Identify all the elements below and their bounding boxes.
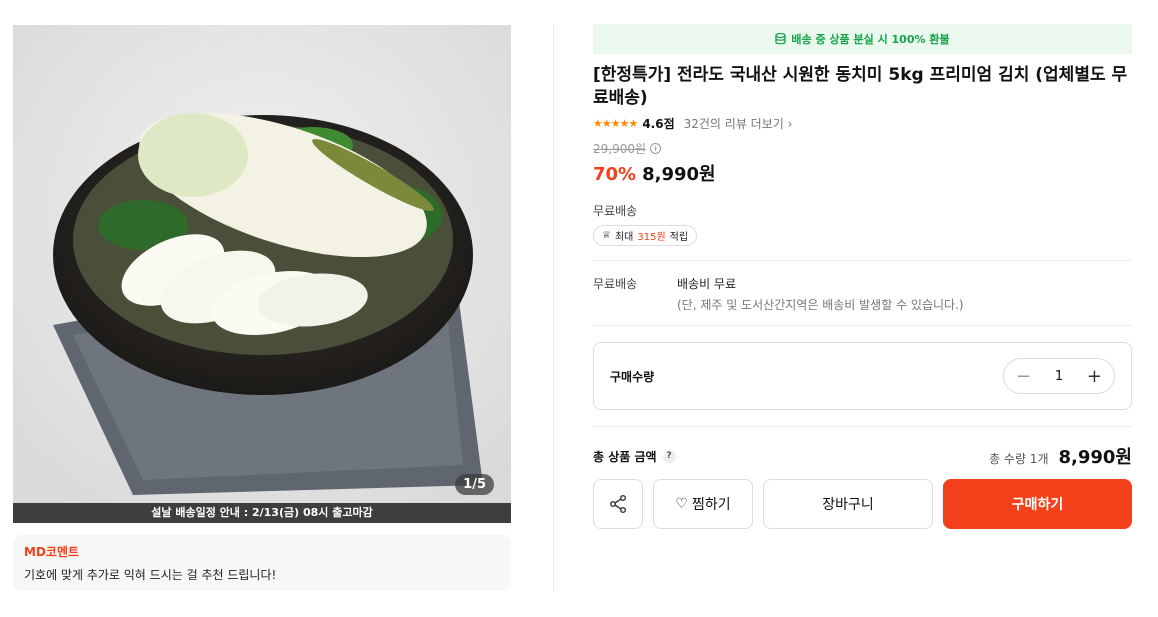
points-value: 315원 xyxy=(637,232,666,243)
plus-icon[interactable]: + xyxy=(1087,366,1102,387)
heart-icon: ♡ xyxy=(675,496,688,512)
quantity-stepper[interactable]: − 1 + xyxy=(1003,358,1115,394)
divider xyxy=(593,426,1132,427)
total-row: 총 상품 금액 ? 총 수량 1개 8,990원 xyxy=(593,443,1132,469)
question-icon[interactable]: ? xyxy=(662,449,676,463)
rating-row: ★★★★★ 4.6점 32건의 리뷰 더보기 › xyxy=(593,114,1132,132)
product-image-gallery[interactable]: 1/5 설날 배송일정 안내 : 2/13(금) 08시 출고마감 xyxy=(13,25,511,523)
wishlist-button[interactable]: ♡ 찜하기 xyxy=(653,479,753,529)
image-counter: 1/5 xyxy=(455,474,494,495)
total-quantity: 총 수량 1개 xyxy=(989,452,1049,466)
original-price: 29,900원 xyxy=(593,141,647,156)
refund-notice-text: 배송 중 상품 분실 시 100% 환불 xyxy=(791,33,950,46)
minus-icon[interactable]: − xyxy=(1016,366,1031,387)
shipping-info-row: 무료배송 배송비 무료 (단, 제주 및 도서산간지역은 배송비 발생할 수 있… xyxy=(593,261,1132,325)
quantity-box: 구매수량 − 1 + xyxy=(593,342,1132,410)
buy-button[interactable]: 구매하기 xyxy=(943,479,1132,529)
share-button[interactable] xyxy=(593,479,643,529)
review-link[interactable]: 32건의 리뷰 더보기 › xyxy=(684,115,793,132)
sale-price: 8,990원 xyxy=(642,164,716,185)
md-comment-box: MD코멘트 기호에 맞게 추가로 익혀 드시는 걸 추천 드립니다! xyxy=(13,535,511,591)
md-comment-text: 기호에 맞게 추가로 익혀 드시는 걸 추천 드립니다! xyxy=(24,568,277,582)
original-price-row: 29,900원 i xyxy=(593,140,1132,156)
action-buttons: ♡ 찜하기 장바구니 구매하기 xyxy=(593,479,1132,529)
product-info-panel: 배송 중 상품 분실 시 100% 환불 [한정특가] 전라도 국내산 시원한 … xyxy=(593,24,1132,529)
points-badge: ♕ 최대 315원 적립 xyxy=(593,225,698,246)
share-icon xyxy=(610,495,626,513)
crown-icon: ♕ xyxy=(602,230,611,241)
shipping-row-label: 무료배송 xyxy=(593,277,638,291)
free-shipping-label: 무료배송 xyxy=(593,204,638,218)
quantity-label: 구매수량 xyxy=(610,369,655,384)
shipping-schedule-banner: 설날 배송일정 안내 : 2/13(금) 08시 출고마감 xyxy=(13,503,511,523)
total-label: 총 상품 금액 xyxy=(593,449,657,464)
star-rating-icon: ★★★★★ xyxy=(593,116,638,130)
chevron-right-icon: › xyxy=(787,116,793,131)
column-divider xyxy=(553,24,554,592)
total-price: 8,990원 xyxy=(1058,447,1133,468)
wishlist-label: 찜하기 xyxy=(691,497,731,513)
total-summary: 총 수량 1개 8,990원 xyxy=(989,443,1132,469)
discount-rate: 70% xyxy=(593,164,637,185)
shipping-row-value: 배송비 무료 xyxy=(677,277,737,291)
shipping-row-note: (단, 제주 및 도서산간지역은 배송비 발생할 수 있습니다.) xyxy=(677,298,964,312)
product-title: [한정특가] 전라도 국내산 시원한 동치미 5kg 프리미엄 김치 (업체별도… xyxy=(593,65,1128,108)
cart-label: 장바구니 xyxy=(822,497,874,513)
rating-score: 4.6점 xyxy=(642,116,675,131)
info-icon[interactable]: i xyxy=(650,142,662,154)
refund-notice: 배송 중 상품 분실 시 100% 환불 xyxy=(593,24,1132,54)
database-icon xyxy=(775,33,787,45)
quantity-value: 1 xyxy=(1054,368,1064,384)
buy-label: 구매하기 xyxy=(1011,497,1064,513)
md-comment-title: MD코멘트 xyxy=(24,545,80,559)
points-prefix: 최대 xyxy=(614,232,634,243)
points-suffix: 적립 xyxy=(669,232,689,243)
price-row: 70% 8,990원 xyxy=(593,160,1132,186)
total-label-group: 총 상품 금액 ? xyxy=(593,448,676,465)
review-link-text: 32건의 리뷰 더보기 xyxy=(683,116,784,131)
product-image xyxy=(13,25,511,523)
cart-button[interactable]: 장바구니 xyxy=(763,479,933,529)
divider xyxy=(593,325,1132,326)
